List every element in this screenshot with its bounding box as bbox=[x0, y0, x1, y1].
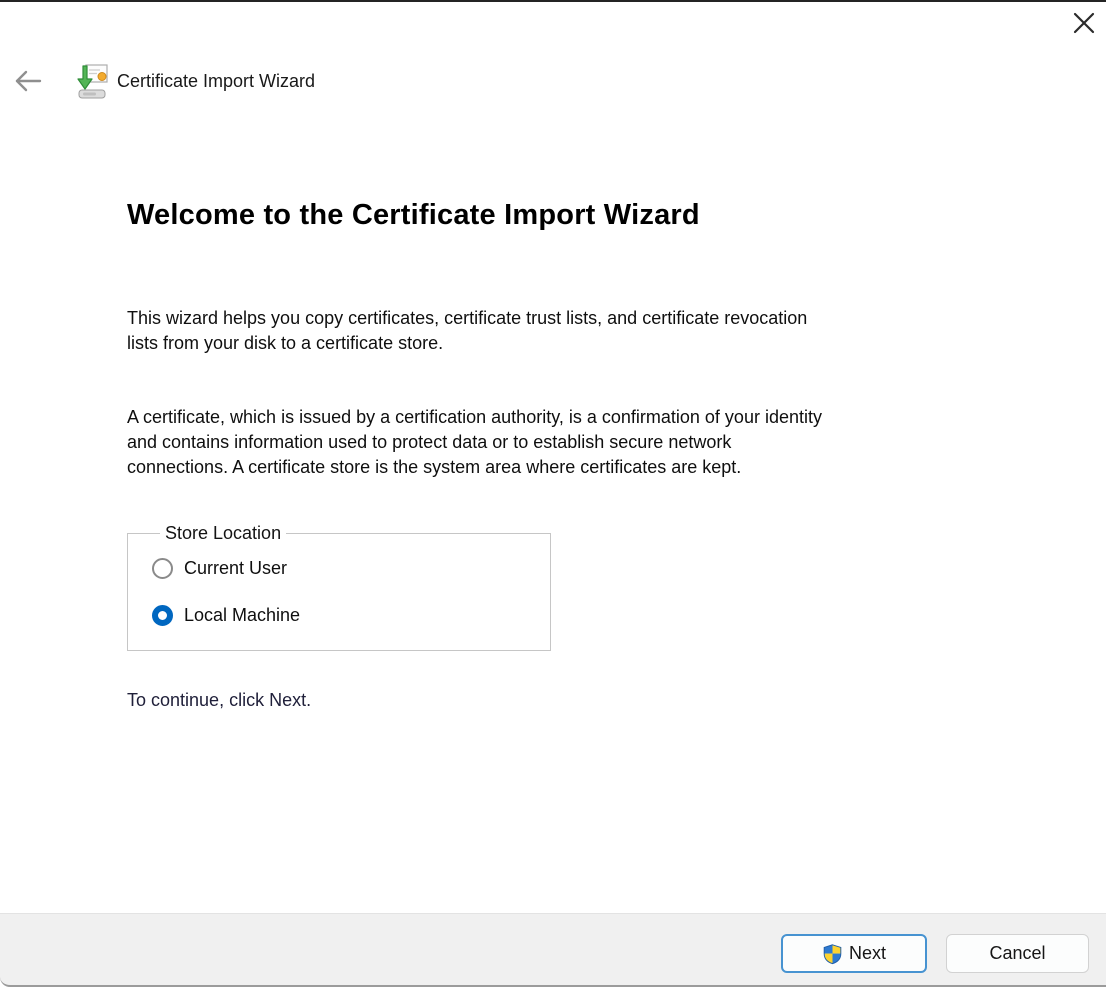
description-line: A certificate, which is issued by a cert… bbox=[127, 407, 822, 427]
store-location-legend: Store Location bbox=[165, 523, 282, 543]
radio-circle-current-user[interactable] bbox=[152, 557, 173, 579]
window-title: Certificate Import Wizard bbox=[117, 71, 316, 91]
radio-label-local-machine: Local Machine bbox=[184, 604, 301, 625]
radio-circle-local-machine[interactable] bbox=[152, 604, 173, 626]
window-top-border bbox=[0, 0, 1106, 2]
intro-line: This wizard helps you copy certificates,… bbox=[127, 308, 808, 328]
description-line: and contains information used to protect… bbox=[127, 432, 732, 452]
uac-shield-icon bbox=[822, 943, 843, 965]
close-icon bbox=[1071, 10, 1097, 39]
back-arrow-icon bbox=[12, 65, 44, 100]
description-line: connections. A certificate store is the … bbox=[127, 457, 742, 477]
radio-local-machine[interactable]: Local Machine bbox=[152, 603, 550, 627]
next-button-label: Next bbox=[848, 943, 886, 963]
store-location-group: Store Location Current User Local Machin… bbox=[127, 523, 551, 651]
radio-label-current-user: Current User bbox=[184, 557, 288, 578]
cancel-button[interactable]: Cancel bbox=[946, 934, 1089, 973]
radio-current-user[interactable]: Current User bbox=[152, 556, 550, 580]
footer-bar: Next Cancel bbox=[0, 913, 1106, 987]
certificate-import-icon bbox=[75, 61, 109, 101]
intro-paragraph: This wizard helps you copy certificates,… bbox=[127, 306, 807, 356]
instruction-text: To continue, click Next. bbox=[127, 690, 312, 710]
back-button[interactable] bbox=[11, 65, 45, 99]
cancel-button-label: Cancel bbox=[989, 943, 1046, 963]
description-paragraph: A certificate, which is issued by a cert… bbox=[127, 405, 822, 480]
next-button[interactable]: Next bbox=[781, 934, 927, 973]
page-title: Welcome to the Certificate Import Wizard bbox=[127, 199, 700, 231]
store-location-fieldset: Store Location Current User Local Machin… bbox=[127, 523, 551, 651]
intro-line: lists from your disk to a certificate st… bbox=[127, 333, 444, 353]
close-button[interactable] bbox=[1068, 8, 1100, 40]
certificate-import-wizard-window: Certificate Import Wizard Welcome to the… bbox=[0, 0, 1106, 995]
